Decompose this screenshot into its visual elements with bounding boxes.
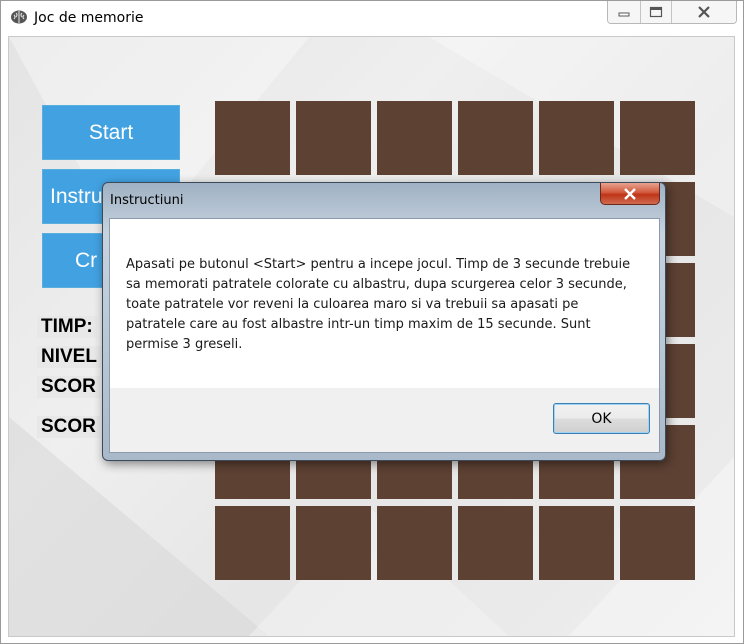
dialog-footer: OK: [110, 388, 659, 452]
instructions-dialog: Instructiuni Apasati pe butonul <Start> …: [102, 182, 666, 461]
window-title: Joc de memorie: [34, 10, 144, 26]
grid-tile[interactable]: [215, 506, 290, 580]
grid-tile[interactable]: [377, 506, 452, 580]
grid-tile[interactable]: [296, 101, 371, 175]
grid-tile[interactable]: [296, 506, 371, 580]
close-icon: [698, 6, 710, 18]
dialog-message: Apasati pe butonul <Start> pentru a ince…: [126, 257, 631, 352]
title-bar: Joc de memorie: [1, 1, 743, 35]
brain-icon: [11, 10, 27, 24]
score-label: SCOR: [37, 376, 100, 398]
high-score-label: SCOR: [37, 416, 100, 438]
time-label: TIMP:: [37, 316, 97, 338]
window-controls: [607, 1, 737, 24]
close-icon: [624, 187, 636, 200]
grid-tile[interactable]: [620, 506, 695, 580]
grid-tile[interactable]: [620, 101, 695, 175]
dialog-title: Instructiuni: [110, 193, 184, 208]
maximize-button[interactable]: [641, 1, 672, 23]
maximize-icon: [649, 6, 663, 18]
grid-tile[interactable]: [539, 101, 614, 175]
grid-tile[interactable]: [215, 101, 290, 175]
level-label: NIVEL: [37, 346, 101, 368]
grid-tile[interactable]: [458, 101, 533, 175]
minimize-button[interactable]: [608, 1, 641, 23]
dialog-body: Apasati pe butonul <Start> pentru a ince…: [109, 218, 660, 453]
start-button[interactable]: Start: [42, 105, 180, 160]
dialog-close-button[interactable]: [600, 183, 660, 205]
ok-button[interactable]: OK: [553, 403, 650, 434]
grid-tile[interactable]: [458, 506, 533, 580]
grid-tile[interactable]: [377, 101, 452, 175]
close-button[interactable]: [672, 1, 736, 23]
grid-tile[interactable]: [539, 506, 614, 580]
minimize-icon: [618, 12, 630, 17]
